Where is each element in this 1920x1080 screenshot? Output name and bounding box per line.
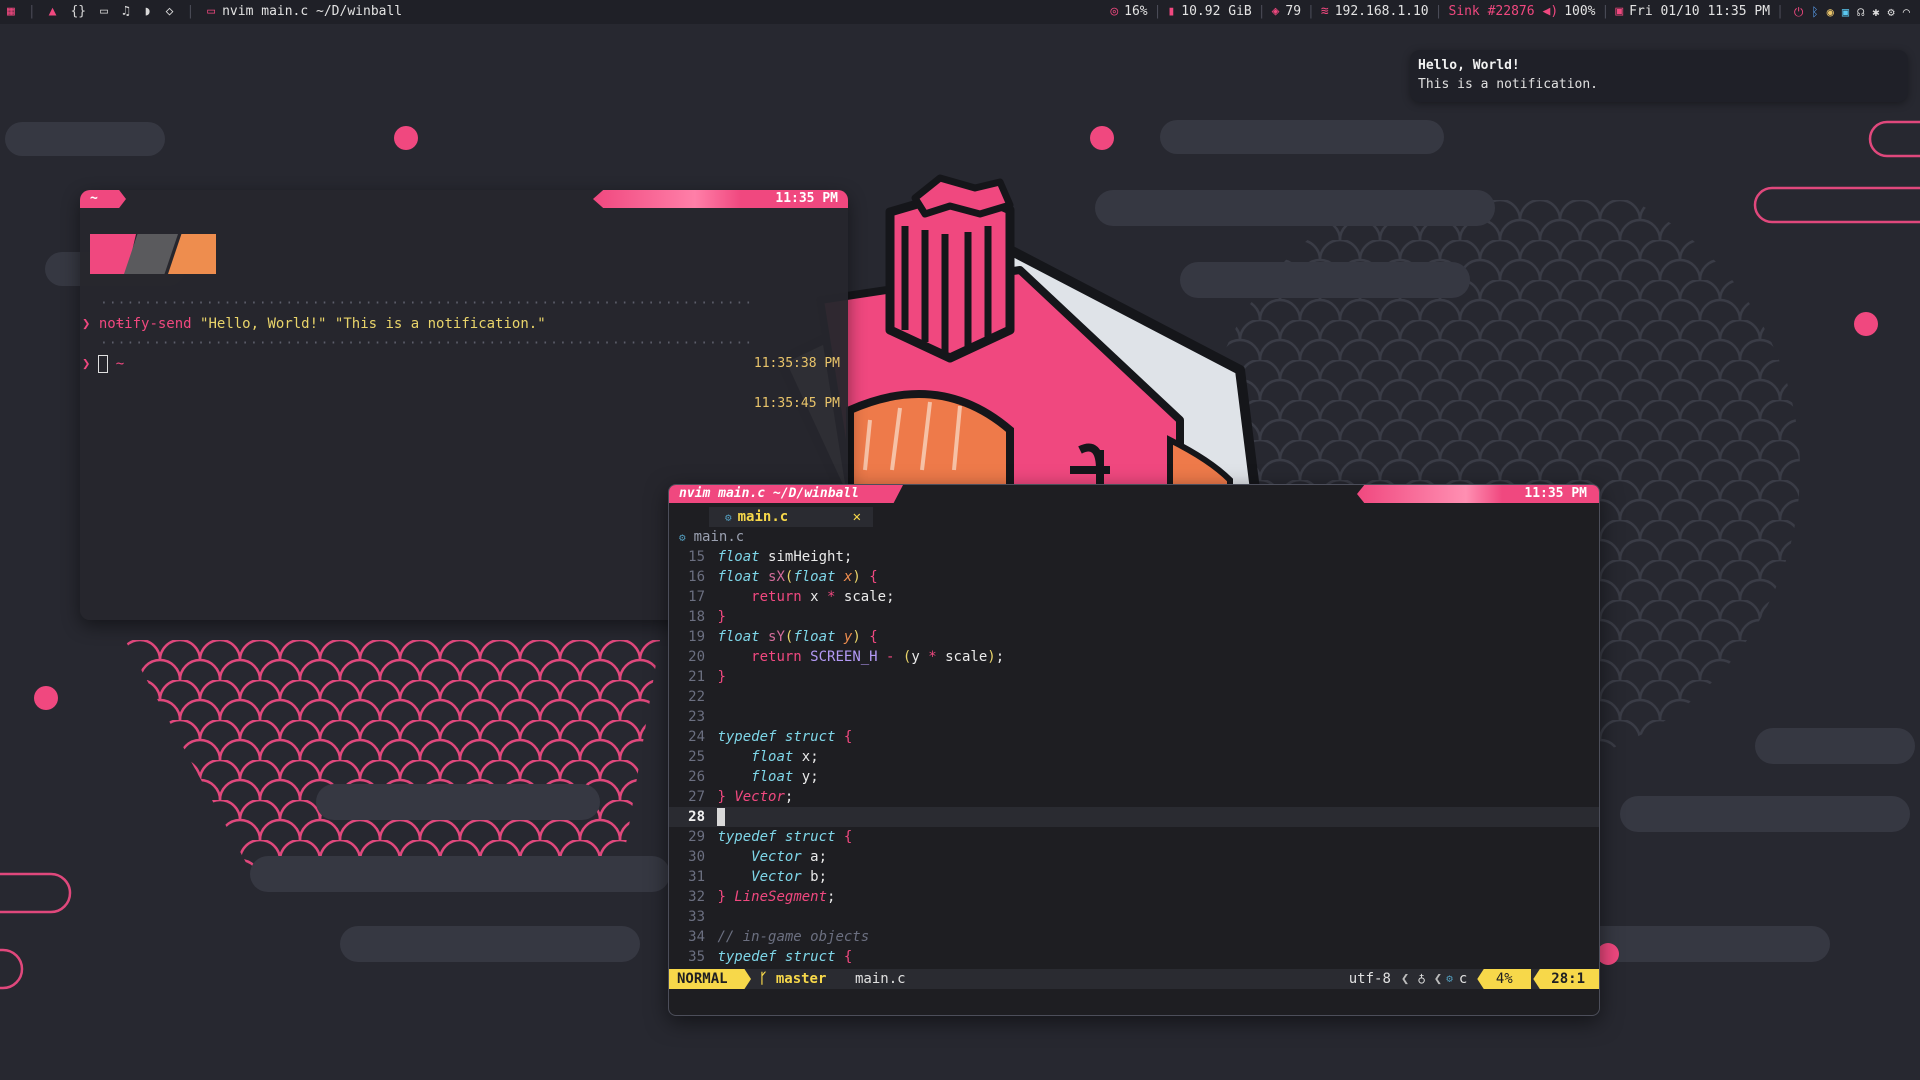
network-module[interactable]: ≋ 192.168.1.10	[1321, 0, 1429, 24]
command-arg: "Hello, World!"	[200, 316, 327, 332]
code-line: 33	[688, 909, 705, 925]
settings-tray-icon[interactable]: ✱	[1872, 0, 1879, 24]
code-line: 35 typedef struct {	[688, 949, 853, 965]
notification-body: This is a notification.	[1418, 77, 1599, 92]
editor-cursor	[717, 808, 726, 826]
statusline: NORMAL ᚴ master main.c utf-8 ❮ ♁ ❮ ⚙ c 4…	[669, 969, 1599, 989]
power-icon[interactable]: ⏻	[1794, 0, 1804, 24]
statusline-filename: main.c	[855, 971, 906, 987]
volume-icon: ◀)	[1542, 4, 1559, 19]
code-line: 27 } Vector;	[688, 789, 794, 805]
bluetooth-icon[interactable]: ᛒ	[1811, 0, 1818, 24]
prompt-info-line: ~ ······································…	[82, 294, 842, 371]
code-line: 23	[688, 709, 705, 725]
git-branch: ᚴ master	[759, 971, 827, 987]
memory-module[interactable]: ▮ 10.92 GiB	[1167, 0, 1251, 24]
current-code-line: 28	[669, 807, 1599, 827]
code-line: 30 Vector a;	[688, 849, 828, 865]
nvim-window[interactable]: nvim main.c ~/D/winball 11:35 PM ⚙ main.c…	[668, 484, 1600, 1016]
code-line: 20 return SCREEN_H - (y * scale);	[688, 649, 1005, 665]
code-line: 16 float sX(float x) {	[688, 569, 878, 585]
mode-indicator: NORMAL	[669, 969, 751, 989]
code-editor[interactable]: 15 float simHeight; 16 float sX(float x)…	[669, 547, 1599, 967]
wifi-icon: ≋	[1320, 4, 1329, 19]
terminal-cursor	[98, 355, 109, 373]
code-line: 29 typedef struct {	[688, 829, 853, 845]
buffer-tab-main-c[interactable]: ⚙ main.c ✕	[709, 507, 873, 527]
chevron-left-icon: ❮	[1433, 971, 1443, 987]
code-line: 18 }	[688, 609, 726, 625]
code-line: 19 float sY(float y) {	[688, 629, 878, 645]
c-file-icon: ⚙	[1446, 972, 1453, 985]
chrome-icon[interactable]: ◉	[1827, 0, 1834, 24]
filetype: c	[1458, 971, 1468, 987]
app-tray-icon[interactable]: ▣	[1842, 0, 1849, 24]
status-modules: ◎ 16% | ▮ 10.92 GiB | ◈ 79 | ≋ 192.168.1.10 …	[1110, 0, 1914, 24]
code-line: 17 return x * scale;	[688, 589, 895, 605]
braces-icon[interactable]: {}	[70, 0, 86, 24]
winbar: ⚙ main.c	[679, 529, 745, 545]
steam-icon[interactable]: ⚙	[1888, 0, 1895, 24]
git-branch-icon: ᚴ	[759, 971, 776, 987]
memory-icon: ▮	[1167, 4, 1176, 19]
chevron-left-icon: ❮	[1400, 971, 1410, 987]
window-icon: ▭	[207, 4, 216, 19]
grid-icon[interactable]: ▦	[7, 0, 15, 24]
calendar-icon: ▣	[1615, 4, 1624, 19]
nvim-window-title[interactable]: nvim main.c ~/D/winball	[669, 485, 903, 503]
file-encoding: utf-8	[1348, 971, 1391, 987]
cpu-icon: ◎	[1110, 4, 1119, 19]
code-line: 25 float x;	[688, 749, 819, 765]
statusline-right: utf-8 ❮ ♁ ❮ ⚙ c 4% 28:1	[1349, 969, 1599, 989]
code-line: 31 Vector b;	[688, 869, 828, 885]
c-file-icon: ⚙	[679, 531, 686, 544]
command-line: ❯ notify-send "Hello, World!" "This is a…	[82, 316, 546, 332]
cursor-position: 28:1	[1533, 969, 1599, 989]
discord-icon[interactable]: ☊	[1857, 0, 1864, 24]
nvim-clock: 11:35 PM	[1357, 485, 1599, 503]
volume-module[interactable]: ◀) 100%	[1543, 0, 1596, 24]
code-line: 22	[688, 689, 705, 705]
command-arg: "This is a notification."	[334, 316, 546, 332]
notification-popup[interactable]: Hello, World! This is a notification.	[1410, 50, 1908, 102]
chat-icon[interactable]: ▭	[100, 0, 108, 24]
prompt-info-line: ~ ······································…	[82, 334, 842, 411]
audio-sink[interactable]: Sink #22876	[1448, 0, 1534, 24]
code-line: 34 // in-game objects	[688, 929, 870, 945]
command-name: notify-send	[98, 316, 192, 332]
fileformat-icon: ♁	[1417, 971, 1426, 987]
prompt-timestamp: 11:35:38 PM	[753, 356, 840, 371]
music-icon[interactable]: ♫	[122, 0, 130, 24]
code-line: 26 float y;	[688, 769, 819, 785]
input-line[interactable]: ❯	[82, 354, 109, 374]
prompt-timestamp: 11:35:45 PM	[753, 396, 840, 411]
diamond-icon[interactable]: ◇	[166, 0, 174, 24]
packages-module[interactable]: ◈ 79	[1272, 0, 1301, 24]
cpu-module[interactable]: ◎ 16%	[1110, 0, 1147, 24]
code-line: 24 typedef struct {	[688, 729, 853, 745]
code-line: 15 float simHeight;	[688, 549, 853, 565]
terminal-clock: 11:35 PM	[593, 190, 848, 208]
gamepad-icon[interactable]: ◗	[144, 0, 152, 24]
c-file-icon: ⚙	[725, 511, 732, 524]
scroll-percent: 4%	[1477, 969, 1532, 989]
package-icon: ◈	[1271, 4, 1280, 19]
close-icon[interactable]: ✕	[853, 507, 861, 527]
notification-title: Hello, World!	[1418, 58, 1520, 73]
code-line: 21 }	[688, 669, 726, 685]
clock-module[interactable]: ▣ Fri 01/10 11:35 PM	[1615, 0, 1770, 24]
terminal-tab[interactable]: ~	[80, 190, 126, 208]
arch-icon[interactable]: ▲	[49, 0, 57, 24]
wifi-tray-icon[interactable]: ◠	[1903, 0, 1910, 24]
code-line: 32 } LineSegment;	[688, 889, 836, 905]
top-bar: ▦ | ▲ {} ▭ ♫ ◗ ◇ | ▭ nvim main.c ~/D/win…	[0, 0, 1920, 24]
active-window-title: nvim main.c ~/D/winball	[222, 4, 403, 19]
